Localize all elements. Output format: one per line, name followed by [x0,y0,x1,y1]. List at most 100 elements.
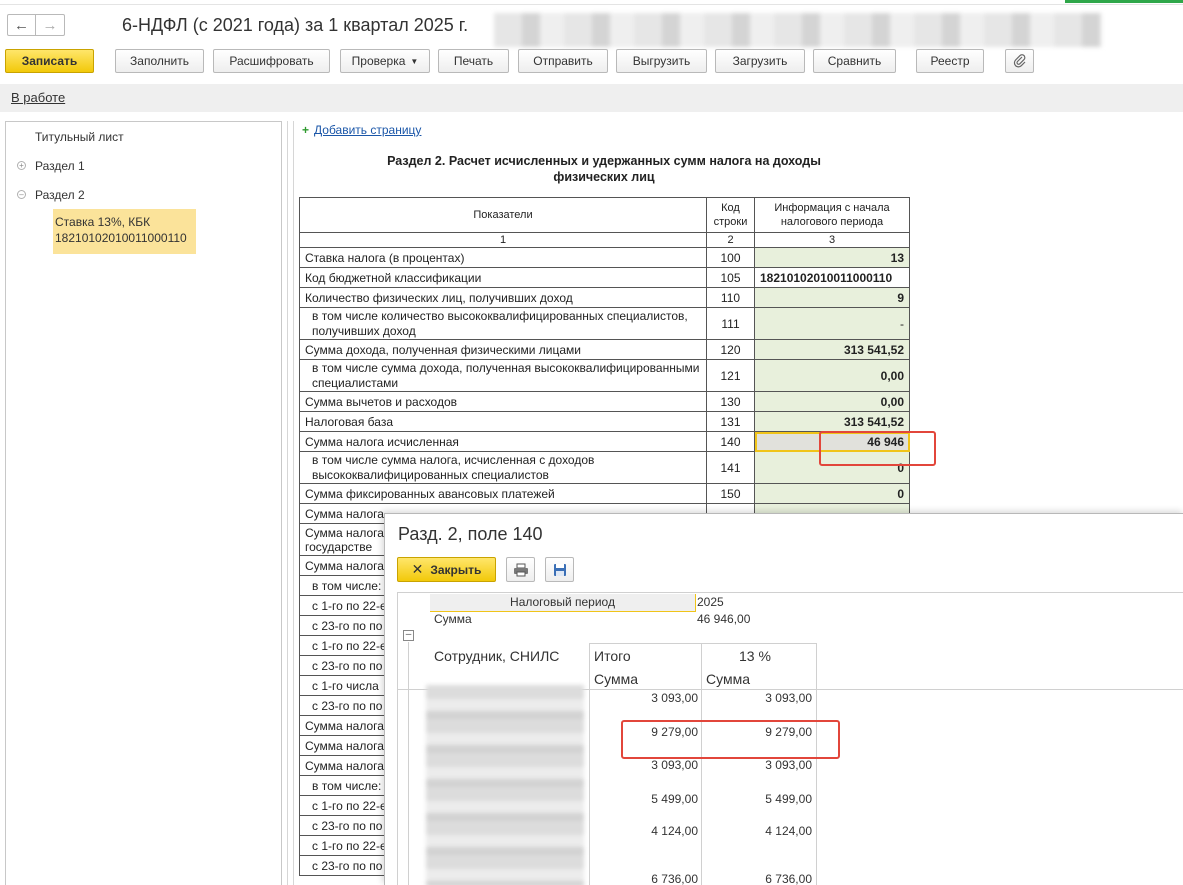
row-rate: 3 093,00 [765,691,812,705]
export-button[interactable]: Выгрузить [616,49,707,73]
splitter[interactable] [287,121,288,885]
tree-item-section-2[interactable]: Раздел 2 [35,188,85,202]
collapse-icon[interactable]: – [17,190,26,199]
row-code: 140 [706,431,755,452]
section-title-line1: Раздел 2. Расчет исчисленных и удержанны… [387,154,821,168]
row-value[interactable]: 9 [754,287,910,308]
table-row: в том числе сумма дохода, полученная выс… [299,359,910,392]
row-value[interactable]: 313 541,52 [754,339,910,360]
print-button[interactable] [506,557,535,582]
close-button[interactable]: ✕ Закрыть [397,557,496,582]
redacted-organization [494,13,1102,47]
paperclip-icon [1013,54,1025,68]
row-rate: 4 124,00 [765,824,812,838]
fill-button[interactable]: Заполнить [115,49,204,73]
arrow-left-icon: ← [14,16,29,34]
row-label: Количество физических лиц, получивших до… [299,287,707,308]
sum-label: Сумма [434,612,472,626]
row-value[interactable]: 0 [754,483,910,504]
col-number-2: 2 [706,232,755,248]
forward-button[interactable]: → [36,14,65,36]
col-total-sub-header: Сумма [594,671,638,687]
row-code: 111 [706,307,755,340]
table-row: Сумма вычетов и расходов 130 0,00 [299,391,910,412]
compare-button[interactable]: Сравнить [813,49,896,73]
sum-value: 46 946,00 [697,612,751,626]
row-label: Сумма вычетов и расходов [299,391,707,412]
row-code: 105 [706,267,755,288]
row-code: 110 [706,287,755,308]
tree-item-rate-13[interactable]: Ставка 13%, КБК 18210102010011000110 [53,209,196,254]
row-code: 100 [706,247,755,268]
tree-item-title-page[interactable]: Титульный лист [35,130,124,144]
row-label: в том числе сумма налога, исчисленная с … [299,451,707,484]
status-link[interactable]: В работе [11,90,65,105]
grid-line [816,643,817,885]
decode-popup: Разд. 2, поле 140 ✕ Закрыть Налоговый пер… [384,513,1183,885]
print-button[interactable]: Печать [438,49,509,73]
section-title: Раздел 2. Расчет исчисленных и удержанны… [300,153,908,185]
row-total: 6 736,00 [651,872,698,885]
row-label: Сумма налога исчисленная [299,431,707,452]
group-line [408,642,409,885]
attach-button[interactable] [1005,49,1034,73]
close-label: Закрыть [430,562,482,577]
row-value[interactable]: - [754,307,910,340]
grid-line [701,643,702,885]
check-dropdown-button[interactable]: Проверка ▼ [340,49,430,73]
table-row: Сумма дохода, полученная физическими лиц… [299,339,910,360]
send-button[interactable]: Отправить [518,49,608,73]
row-rate: 3 093,00 [765,758,812,772]
document-title: 6-НДФЛ (с 2021 года) за 1 квартал 2025 г… [122,15,469,35]
add-page-label: Добавить страницу [314,123,422,137]
row-rate: 6 736,00 [765,872,812,885]
row-code: 121 [706,359,755,392]
row-value[interactable]: 13 [754,247,910,268]
popup-title: Разд. 2, поле 140 [398,524,543,544]
row-code: 120 [706,339,755,360]
highlight-box-employee-row [621,720,840,759]
table-row: Сумма фиксированных авансовых платежей 1… [299,483,910,504]
redacted-employee-names [426,685,584,885]
row-code: 150 [706,483,755,504]
back-button[interactable]: ← [7,14,36,36]
row-code: 130 [706,391,755,412]
row-value[interactable]: 0,00 [754,359,910,392]
row-value[interactable]: 0,00 [754,391,910,412]
save-button[interactable]: Записать [5,49,94,73]
table-row: в том числе сумма налога, исчисленная с … [299,451,910,484]
title-bar: ← → 6-НДФЛ (с 2021 года) за 1 квартал 20… [0,6,1183,47]
status-row: В работе [0,84,1183,112]
tree-item-rate-line1: Ставка 13%, КБК [55,215,151,229]
section-title-line2: физических лиц [553,170,655,184]
table-row: Налоговая база 131 313 541,52 [299,411,910,432]
table-row: Код бюджетной классификации 105 18210102… [299,267,910,288]
tree-item-section-1[interactable]: Раздел 1 [35,159,85,173]
col-rate-header: 13 % [739,648,771,664]
row-label: Код бюджетной классификации [299,267,707,288]
header-indicators: Показатели [299,197,707,233]
add-page-link[interactable]: + Добавить страницу [302,123,421,137]
arrow-right-icon: → [42,16,58,34]
decode-button[interactable]: Расшифровать [213,49,330,73]
chevron-down-icon: ▼ [410,56,419,66]
collapse-group-icon[interactable]: – [403,630,414,641]
table-row: Количество физических лиц, получивших до… [299,287,910,308]
import-button[interactable]: Загрузить [715,49,805,73]
row-code: 141 [706,451,755,484]
row-code: 131 [706,411,755,432]
row-value[interactable]: 313 541,52 [754,411,910,432]
save-to-file-button[interactable] [545,557,574,582]
col-employee-header: Сотрудник, СНИЛС [434,648,560,664]
row-value[interactable]: 18210102010011000110 [754,267,910,288]
registry-button[interactable]: Реестр [916,49,984,73]
expand-icon[interactable]: + [17,161,26,170]
row-rate: 5 499,00 [765,792,812,806]
col-number-3: 3 [754,232,910,248]
row-label: в том числе сумма дохода, полученная выс… [299,359,707,392]
row-label: Сумма дохода, полученная физическими лиц… [299,339,707,360]
grid-line [589,643,590,885]
header-info: Информация с начала налогового периода [754,197,910,233]
table-row: в том числе количество высококвалифициро… [299,307,910,340]
floppy-disk-icon [553,563,566,576]
